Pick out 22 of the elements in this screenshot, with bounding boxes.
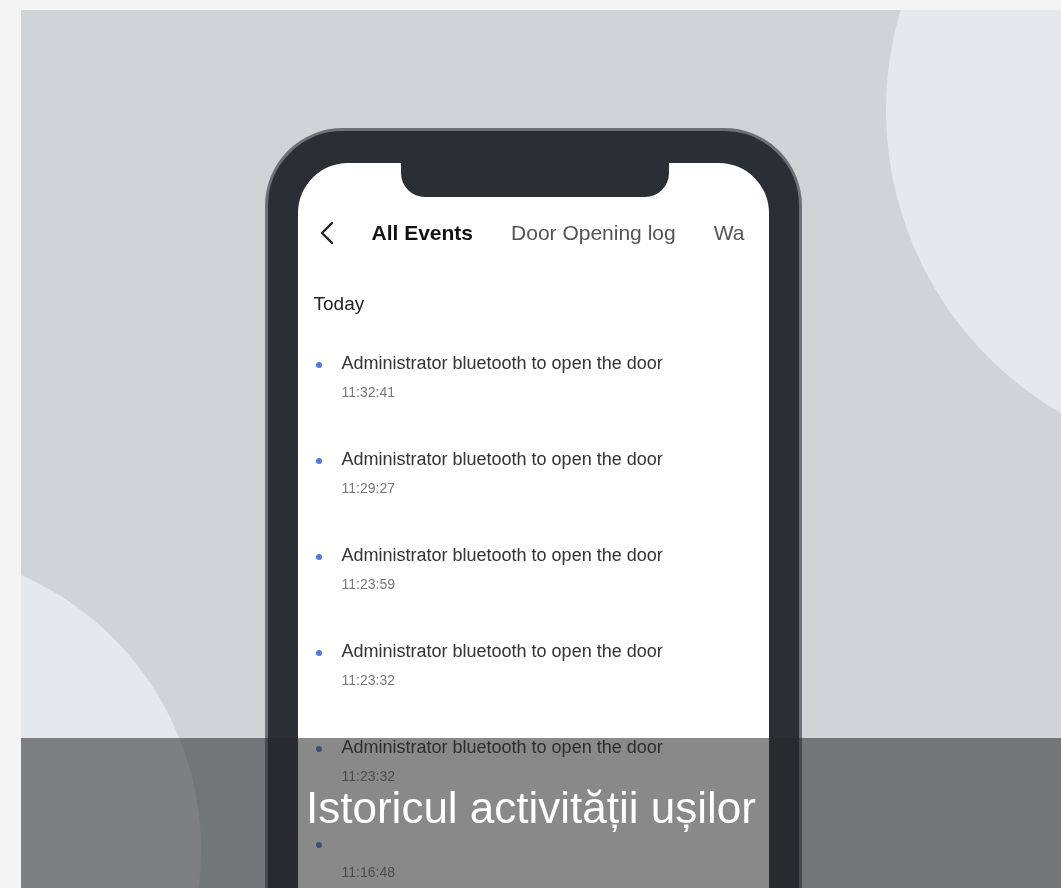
timeline-dot — [315, 554, 322, 560]
section-heading: Today — [313, 293, 366, 315]
tab[interactable]: Wa — [713, 221, 745, 245]
caption-text: Istoricul activității ușilor — [306, 786, 756, 830]
event-time: 11:23:59 — [341, 576, 396, 592]
tab[interactable]: Door Opening log — [511, 221, 676, 245]
event-time: 11:23:32 — [341, 672, 396, 688]
timeline-dot — [315, 746, 322, 752]
event-time: 11:16:48 — [341, 864, 395, 880]
timeline-dot — [315, 362, 322, 368]
event-title: Administrator bluetooth to open the door — [341, 449, 663, 470]
event-time: 11:23:32 — [341, 768, 396, 784]
event-title: Administrator bluetooth to open the door — [341, 641, 663, 662]
event-title: Administrator bluetooth to open the door — [341, 353, 663, 374]
event-time: 11:32:41 — [341, 384, 396, 400]
event-title: Administrator bluetooth to open the door — [341, 545, 663, 566]
timeline-dot — [315, 458, 322, 464]
tab[interactable]: All Events — [371, 221, 474, 245]
back-icon[interactable] — [319, 221, 334, 245]
event-title: Administrator bluetooth to open the door — [341, 737, 663, 758]
timeline-dot — [315, 650, 322, 656]
event-time: 11:29:27 — [341, 480, 396, 496]
